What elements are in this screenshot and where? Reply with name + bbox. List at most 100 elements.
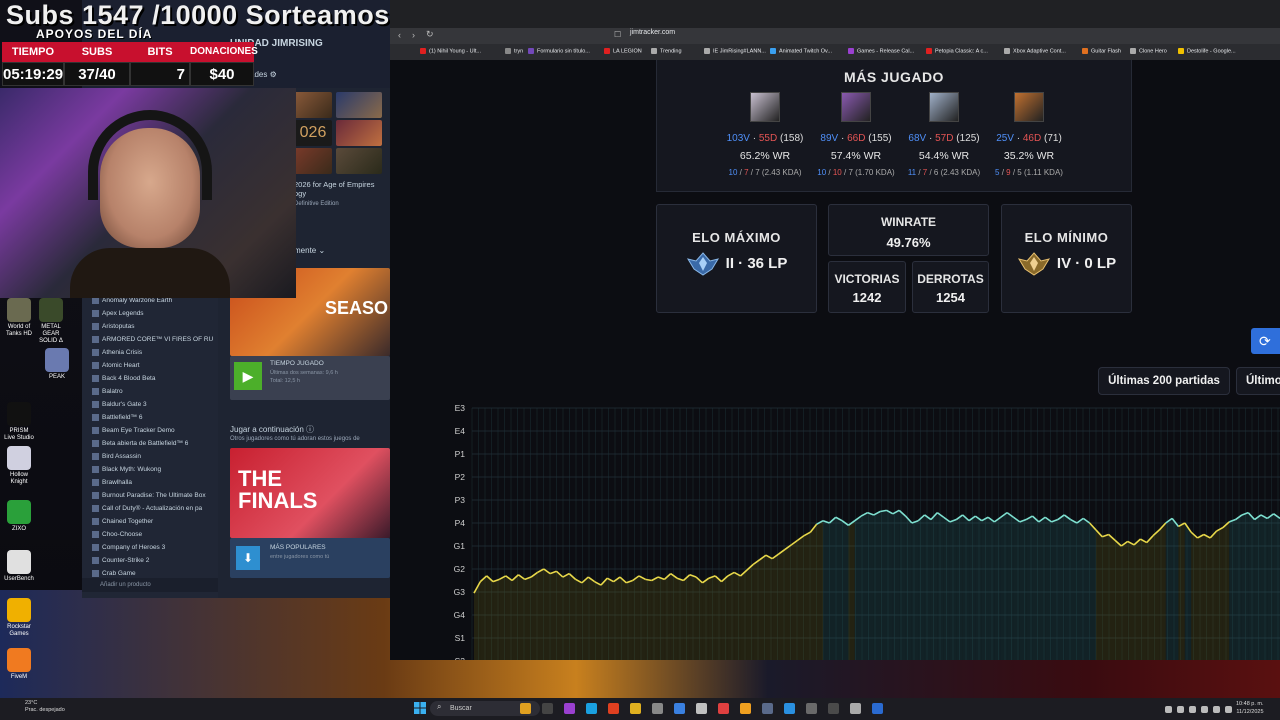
url-field[interactable]: jimtracker.com (630, 29, 675, 36)
play-icon[interactable]: ▶ (234, 362, 262, 390)
steam-icon[interactable] (872, 703, 883, 714)
discord-icon[interactable] (784, 703, 795, 714)
bookmark-item[interactable]: Formulario sin título... (528, 48, 590, 54)
bookmark-item[interactable]: Guitar Flash (1082, 48, 1121, 54)
game-list-item[interactable]: Brawlhalla (92, 479, 132, 486)
bookmark-item[interactable]: Games - Release Cal... (848, 48, 914, 54)
game-list-item[interactable]: Beta abierta de Battlefield™ 6 (92, 440, 188, 447)
derrotas-box: DERROTAS 1254 (912, 261, 989, 313)
game-list-item[interactable]: Bird Assassin (92, 453, 141, 460)
file-explorer-icon[interactable] (520, 703, 531, 714)
bookmark-item[interactable]: Xbox Adaptive Cont... (1004, 48, 1066, 54)
app-icon[interactable] (850, 703, 861, 714)
app-icon[interactable] (718, 703, 729, 714)
game-list-item[interactable]: Atomic Heart (92, 362, 140, 369)
steam-recent-label[interactable]: ades ⚙ (250, 70, 277, 79)
game-list-item[interactable]: Aristoputas (92, 323, 135, 330)
taskbar-clock[interactable]: 10:48 p. m. 11/12/2025 (1236, 700, 1264, 716)
twitch-icon[interactable] (564, 703, 575, 714)
tray-icon[interactable] (1165, 706, 1172, 713)
forward-icon[interactable]: › (412, 30, 415, 40)
game-list-item[interactable]: Counter-Strike 2 (92, 557, 149, 564)
tray-icon[interactable] (1177, 706, 1184, 713)
desktop-icon[interactable]: ZIXO (4, 500, 34, 533)
featured-tile[interactable] (294, 148, 332, 174)
reload-icon[interactable]: ↻ (426, 29, 434, 40)
champion-stat[interactable]: 25V · 46D (71) 35.2% WR 5 / 9 / 5 (1.11 KD… (974, 92, 1084, 177)
game-list-item[interactable]: Choo-Choose (92, 531, 142, 538)
game-list-item[interactable]: Battlefield™ 6 (92, 414, 142, 421)
game-list-item[interactable]: Black Myth: Wukong (92, 466, 161, 473)
settings-icon[interactable] (696, 703, 707, 714)
mas-populares-panel[interactable]: ⬇ MÁS POPULARES entre jugadores como tú (230, 538, 390, 578)
bookmark-item[interactable]: Trending (651, 48, 682, 54)
edge-icon[interactable] (586, 703, 597, 714)
desktop-icon[interactable]: PRISM Live Studio (4, 402, 34, 442)
the-finals-tile[interactable]: THE FINALS (230, 448, 390, 538)
bookmark-item[interactable]: IE JimRising#LANN... (704, 48, 766, 54)
desktop-icon[interactable]: PEAK (42, 348, 72, 381)
app-icon[interactable] (762, 703, 773, 714)
game-list-item[interactable]: Chained Together (92, 518, 153, 525)
bookmark-item[interactable]: Clone Hero (1130, 48, 1167, 54)
league-icon[interactable] (740, 703, 751, 714)
bookmark-item[interactable]: Petopia Classic: A c... (926, 48, 988, 54)
game-list-item[interactable]: Back 4 Blood Beta (92, 375, 155, 382)
weather-widget[interactable]: 23°C Prac. despejado (25, 700, 65, 714)
game-list-item[interactable]: ARMORED CORE™ VI FIRES OF RU (92, 336, 213, 343)
brave-icon[interactable] (608, 703, 619, 714)
chart-area-segment (1146, 535, 1154, 660)
game-list-item[interactable]: Beam Eye Tracker Demo (92, 427, 175, 434)
desktop-icon[interactable]: FiveM (4, 648, 34, 681)
game-list-item[interactable]: Apex Legends (92, 310, 144, 317)
ultimas-200-partidas-button[interactable]: Últimas 200 partidas (1098, 367, 1230, 395)
bookmark-item[interactable]: Animated Twitch Ov... (770, 48, 832, 54)
featured-tile[interactable] (336, 92, 382, 118)
desktop-icon[interactable]: METAL GEAR SOLID Δ (36, 298, 66, 345)
bookmark-item[interactable]: LA LEGION (604, 48, 642, 54)
tray-icon[interactable] (1213, 706, 1220, 713)
game-icon (92, 414, 99, 421)
game-list-item[interactable]: Company of Heroes 3 (92, 544, 165, 551)
game-list-item[interactable]: Athenia Crisis (92, 349, 142, 356)
tray-icon[interactable] (1189, 706, 1196, 713)
desktop-icon[interactable]: World of Tanks HD (4, 298, 34, 338)
add-product-button[interactable]: Añadir un producto (82, 578, 218, 592)
game-list-item[interactable]: Call of Duty® - Actualización en pa (92, 505, 202, 512)
app-icon[interactable] (828, 703, 839, 714)
bookmark-item[interactable]: tryn (505, 48, 523, 54)
jugar-continuacion[interactable]: Jugar a continuación ⓘ (230, 424, 314, 435)
featured-tile[interactable]: 026 (294, 120, 332, 146)
desktop-icon[interactable]: UserBench (4, 550, 34, 583)
featured-tile[interactable] (294, 92, 332, 118)
featured-tile[interactable] (336, 120, 382, 146)
ultimo-filter-button[interactable]: Último (1236, 367, 1280, 395)
chart-area-segment (1083, 518, 1090, 660)
game-list-item[interactable]: Baldur's Gate 3 (92, 401, 147, 408)
bookmark-icon[interactable]: ☐ (614, 30, 621, 39)
chart-area-segment (1203, 534, 1211, 660)
game-list-item[interactable]: Crab Game (92, 570, 136, 577)
desktop-icon[interactable]: Rockstar Games (4, 598, 34, 638)
game-list-item[interactable]: Anomaly Warzone Earth (92, 297, 172, 304)
chart-area-segment (759, 555, 766, 660)
app-icon[interactable] (674, 703, 685, 714)
app-icon[interactable] (806, 703, 817, 714)
folder-icon[interactable] (630, 703, 641, 714)
chart-area-segment (588, 577, 595, 660)
bookmark-item[interactable]: (1) Nihil Young - Ult... (420, 48, 481, 54)
tray-icon[interactable] (1225, 706, 1232, 713)
desktop-icon[interactable]: Hollow Knight (4, 446, 34, 486)
app-icon[interactable] (652, 703, 663, 714)
refresh-button[interactable]: ⟳ (1251, 328, 1280, 354)
chart-area-segment (486, 575, 494, 660)
featured-tile[interactable] (336, 148, 382, 174)
game-list-item[interactable]: Burnout Paradise: The Ultimate Box (92, 492, 206, 499)
bookmark-item[interactable]: Destolife - Google... (1178, 48, 1236, 54)
game-list-item[interactable]: Balatro (92, 388, 123, 395)
windows-start-icon[interactable] (414, 702, 426, 714)
task-view-icon[interactable] (542, 703, 553, 714)
section-label[interactable]: mente ⌄ (294, 246, 325, 255)
tray-icon[interactable] (1201, 706, 1208, 713)
back-icon[interactable]: ‹ (398, 30, 401, 40)
